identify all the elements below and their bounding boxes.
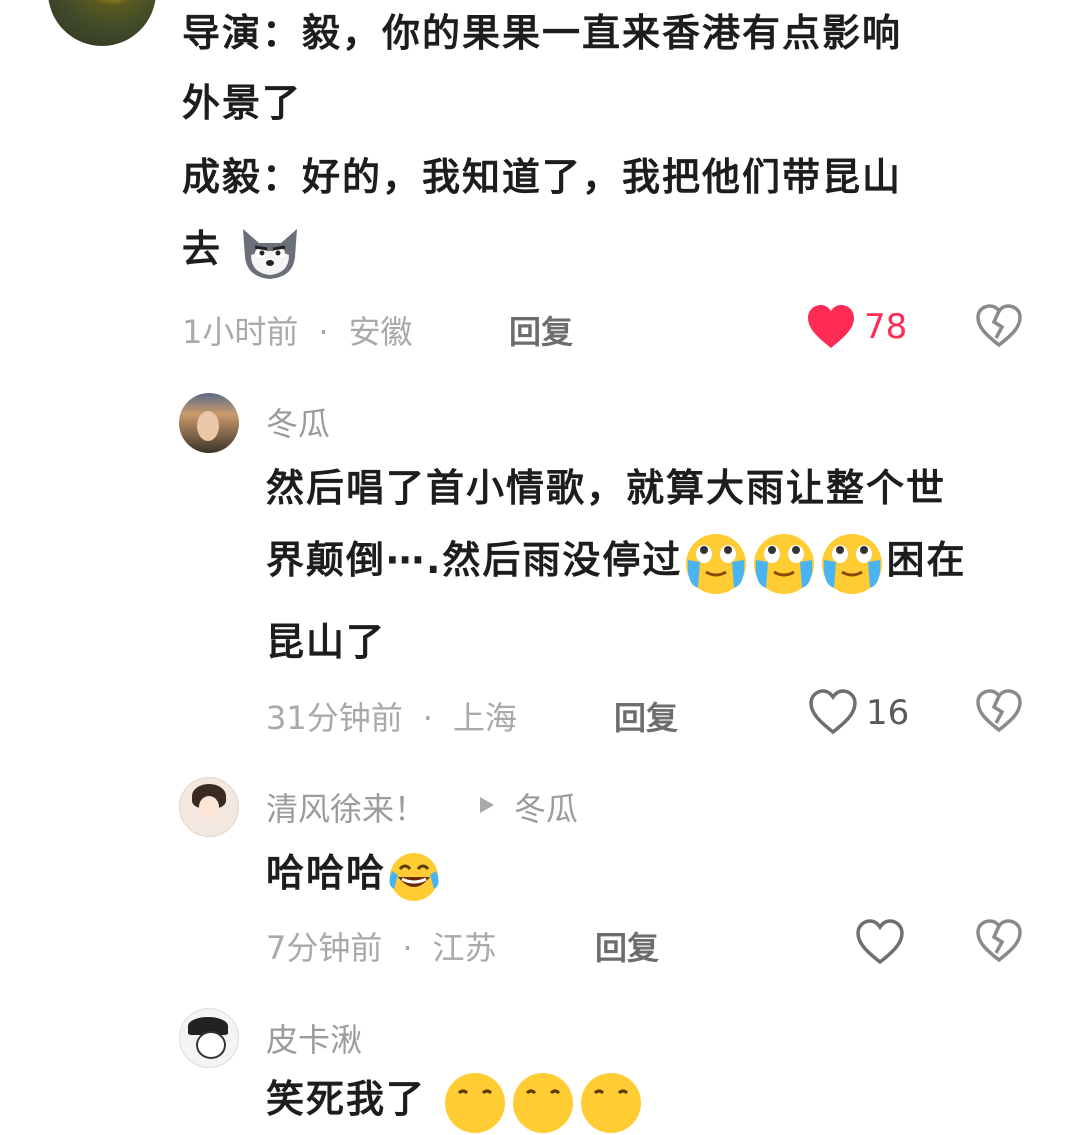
comment-3-meta: 7分钟前 · 江苏	[266, 923, 497, 969]
comment-4-text-partial: 笑死我了	[266, 1064, 645, 1135]
comment-1-line-3: 成毅：好的，我知道了，我把他们带昆山	[182, 155, 903, 199]
laughing-tears-emoji	[389, 852, 439, 901]
comment-1-time: 1小时前	[182, 313, 299, 351]
comment-3-text: 哈哈哈	[266, 838, 442, 908]
comment-1-location: 安徽	[348, 313, 413, 351]
author-name[interactable]: 清风徐来！	[266, 784, 426, 830]
crying-face-emoji	[581, 1072, 642, 1133]
reply-arrow-icon	[480, 797, 494, 813]
comment-1-line-4: 去	[182, 214, 303, 284]
crying-face-emoji	[513, 1072, 574, 1133]
like-count: 16	[866, 693, 910, 733]
comment-1-line-1: 导演：毅，你的果果一直来香港有点影响	[182, 11, 903, 55]
comment-4-text: 笑死我了	[266, 1077, 427, 1121]
dislike-broken-heart-icon[interactable]	[975, 689, 1023, 733]
crying-face-emoji	[686, 533, 747, 594]
comment-1-line-2: 外景了	[182, 81, 303, 125]
reply-button[interactable]: 回复	[509, 307, 573, 353]
heart-outline-icon[interactable]	[808, 689, 858, 735]
author-name[interactable]: 冬瓜	[266, 399, 330, 445]
comment-2-line-2-text: 界颠倒⋯.然后雨没停过	[266, 538, 683, 582]
like-count: 78	[864, 307, 908, 347]
dog-face-emoji	[243, 228, 298, 279]
comment-2-line-2-tail: 困在	[886, 538, 967, 582]
comment-2-meta: 31分钟前 · 上海	[266, 693, 517, 739]
meta-dot: ·	[318, 313, 329, 351]
meta-dot: ·	[422, 699, 433, 737]
comment-3-time: 7分钟前	[266, 929, 383, 967]
dislike-broken-heart-icon[interactable]	[975, 304, 1023, 348]
comment-2-line-3: 昆山了	[266, 620, 387, 664]
crying-face-emoji	[445, 1072, 506, 1133]
avatar-pikaqiu[interactable]	[179, 1008, 239, 1068]
avatar-donggua[interactable]	[179, 393, 239, 453]
comment-3-location: 江苏	[432, 929, 497, 967]
author-name[interactable]: 皮卡湫	[266, 1015, 362, 1061]
comment-2-time: 31分钟前	[266, 699, 403, 737]
crying-face-emoji	[822, 533, 883, 594]
comment-2-location: 上海	[452, 699, 517, 737]
reply-button[interactable]: 回复	[614, 693, 678, 739]
comment-2-line-1: 然后唱了首小情歌，就算大雨让整个世	[266, 466, 947, 510]
avatar-comment-1[interactable]	[48, 0, 156, 46]
dislike-broken-heart-icon[interactable]	[975, 919, 1023, 963]
meta-dot: ·	[402, 929, 413, 967]
heart-outline-icon[interactable]	[855, 919, 905, 965]
comment-1-line-4-text: 去	[182, 227, 223, 271]
comment-3-text-content: 哈哈哈	[266, 851, 387, 895]
reply-to-name[interactable]: 冬瓜	[514, 784, 578, 830]
reply-button[interactable]: 回复	[595, 923, 659, 969]
comment-1-meta: 1小时前 · 安徽	[182, 307, 413, 353]
comment-2-line-2: 界颠倒⋯.然后雨没停过 困在	[266, 525, 966, 596]
crying-face-emoji	[754, 533, 815, 594]
heart-filled-icon[interactable]	[806, 304, 856, 350]
avatar-qingfeng[interactable]	[179, 777, 239, 837]
